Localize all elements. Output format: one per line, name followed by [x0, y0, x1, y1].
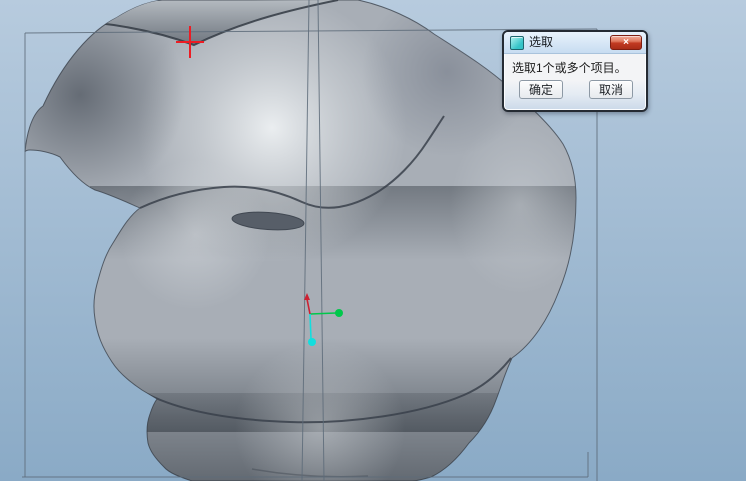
axis-green-endpoint: [335, 309, 343, 317]
select-dialog: 选取 × 选取1个或多个项目。 确定 取消: [502, 30, 648, 112]
select-dialog-title: 选取: [529, 35, 554, 49]
select-dialog-titlebar[interactable]: 选取 ×: [504, 32, 646, 54]
select-dialog-body: 选取1个或多个项目。 确定 取消: [504, 54, 646, 99]
axis-cyan: [309, 313, 312, 340]
axis-green: [309, 312, 337, 315]
close-icon: ×: [623, 36, 629, 48]
select-dialog-icon: [510, 35, 524, 50]
cad-application-window: 选取 × 选取1个或多个项目。 确定 取消: [0, 0, 746, 481]
close-button[interactable]: ×: [610, 35, 642, 50]
cancel-button[interactable]: 取消: [589, 80, 633, 99]
axis-cyan-endpoint: [308, 338, 316, 346]
select-dialog-message: 选取1个或多个项目。: [512, 61, 627, 75]
ok-button[interactable]: 确定: [519, 80, 563, 99]
select-dialog-buttons: 确定 取消: [504, 78, 646, 99]
